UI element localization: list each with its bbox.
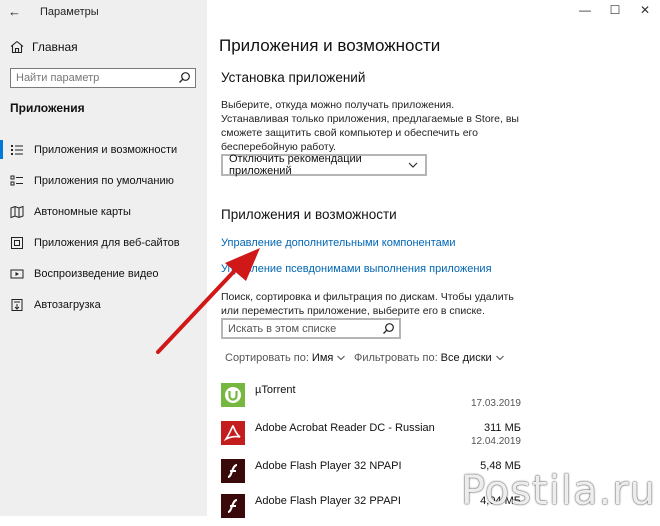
sidebar-section-label: Приложения — [10, 101, 85, 115]
sidebar-item-startup[interactable]: Автозагрузка — [0, 289, 207, 320]
sidebar-item-apps-features[interactable]: Приложения и возможности — [0, 134, 207, 165]
search-icon[interactable] — [178, 71, 191, 84]
app-name: Adobe Flash Player 32 PPAPI — [255, 495, 401, 507]
dropdown-value: Отключить рекомендации приложений — [229, 153, 362, 177]
flash-icon — [221, 459, 245, 483]
app-list-search-box[interactable] — [221, 318, 401, 339]
sidebar-item-default-apps[interactable]: Приложения по умолчанию — [0, 165, 207, 196]
home-label: Главная — [32, 40, 78, 54]
close-button[interactable]: ✕ — [635, 3, 655, 17]
acrobat-icon — [221, 421, 245, 445]
sidebar-item-label: Приложения и возможности — [34, 143, 178, 156]
settings-search-box[interactable] — [10, 68, 196, 88]
install-source-dropdown[interactable]: Отключить рекомендации приложений — [221, 153, 427, 177]
app-name: Adobe Acrobat Reader DC - Russian — [255, 422, 435, 434]
sort-value: Имя — [311, 352, 334, 364]
chevron-down-icon — [408, 162, 418, 168]
sidebar: ← Параметры Главная Приложения Приложени… — [0, 0, 207, 516]
offline-maps-icon — [10, 205, 24, 218]
back-arrow-icon[interactable]: ← — [8, 4, 21, 19]
filter-description: Поиск, сортировка и фильтрация по дискам… — [221, 291, 514, 317]
filter-by-dropdown[interactable]: Фильтровать по: Все диски — [354, 352, 505, 364]
apps-list-icon — [11, 144, 23, 155]
utorrent-icon — [221, 383, 245, 407]
default-apps-icon — [10, 175, 23, 185]
maximize-button[interactable]: ☐ — [605, 3, 625, 17]
sidebar-item-offline-maps[interactable]: Автономные карты — [0, 196, 207, 227]
flash-icon — [221, 494, 245, 518]
optional-features-link[interactable]: Управление дополнительными компонентами — [221, 237, 455, 249]
sidebar-item-label: Воспроизведение видео — [34, 267, 159, 280]
video-playback-icon — [10, 269, 24, 278]
app-list-item[interactable]: Adobe Acrobat Reader DC - Russian 311 МБ… — [221, 419, 521, 453]
apps-features-heading: Приложения и возможности — [221, 207, 397, 222]
sidebar-item-label: Автономные карты — [34, 205, 131, 218]
filter-label: Фильтровать по: — [354, 352, 438, 364]
app-aliases-link[interactable]: Управление псевдонимами выполнения прило… — [221, 263, 492, 275]
web-apps-icon — [11, 236, 23, 249]
app-list-item[interactable]: µTorrent 17.03.2019 — [221, 381, 521, 415]
app-name: Adobe Flash Player 32 NPAPI — [255, 460, 402, 472]
sort-by-dropdown[interactable]: Сортировать по: Имя — [225, 352, 346, 364]
sidebar-item-video-playback[interactable]: Воспроизведение видео — [0, 258, 207, 289]
home-icon — [10, 41, 24, 54]
install-heading: Установка приложений — [221, 70, 366, 85]
sort-label: Сортировать по: — [225, 352, 309, 364]
app-date: 17.03.2019 — [470, 398, 521, 409]
settings-search-input[interactable] — [11, 71, 178, 85]
main-content: — ☐ ✕ Приложения и возможности Установка… — [207, 0, 660, 518]
search-icon[interactable] — [382, 322, 395, 335]
app-size: 311 МБ — [484, 422, 521, 434]
sidebar-item-label: Приложения для веб-сайтов — [34, 236, 180, 249]
startup-icon — [11, 298, 23, 311]
sidebar-item-label: Приложения по умолчанию — [34, 174, 174, 187]
sidebar-item-label: Автозагрузка — [34, 298, 101, 311]
app-name: µTorrent — [255, 384, 296, 396]
chevron-down-icon — [495, 355, 504, 361]
filter-value: Все диски — [440, 352, 492, 364]
sidebar-item-web-apps[interactable]: Приложения для веб-сайтов — [0, 227, 207, 258]
page-title: Приложения и возможности — [219, 36, 441, 55]
minimize-button[interactable]: — — [575, 3, 595, 17]
app-list-search-input[interactable] — [223, 321, 380, 336]
chevron-down-icon — [337, 355, 346, 361]
window-title: Параметры — [40, 6, 99, 18]
watermark-text: Postila.ru — [461, 468, 656, 514]
app-date: 12.04.2019 — [470, 436, 521, 447]
install-description: Выберите, откуда можно получать приложен… — [221, 99, 519, 153]
home-nav-item[interactable]: Главная — [10, 40, 78, 54]
sidebar-nav: Приложения и возможности Приложения по у… — [0, 134, 207, 320]
